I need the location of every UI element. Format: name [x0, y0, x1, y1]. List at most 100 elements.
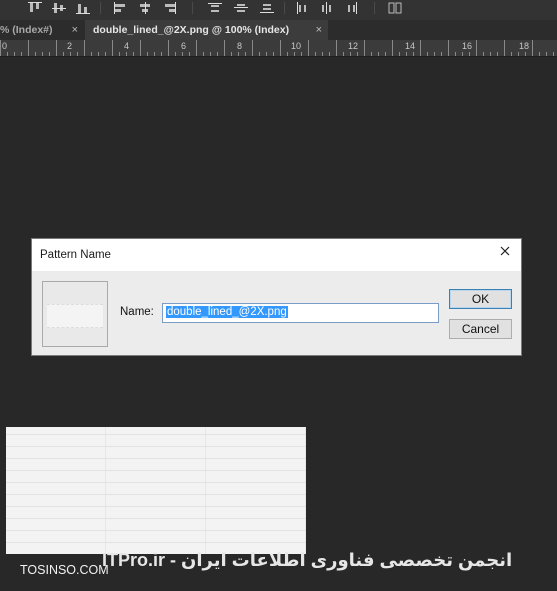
ruler-tick — [49, 52, 50, 56]
ruler-tick — [287, 52, 288, 56]
align-bottom-edges-icon[interactable] — [76, 2, 90, 14]
ruler-tick — [518, 52, 519, 56]
ruler-tick — [112, 40, 113, 56]
ruler-tick — [483, 52, 484, 56]
options-toolbar — [0, 0, 557, 20]
distribute-vertical-centers-icon[interactable] — [234, 2, 248, 14]
ruler-tick — [245, 52, 246, 56]
close-icon[interactable] — [497, 243, 513, 259]
ruler-tick — [126, 52, 127, 56]
align-right-edges-icon[interactable] — [162, 2, 176, 14]
ruler-tick — [511, 52, 512, 56]
ruler-label: 0 — [2, 41, 8, 51]
ruler-tick — [161, 52, 162, 56]
distribute-bottom-icon[interactable] — [260, 2, 274, 14]
ruler-label: 16 — [462, 41, 473, 51]
ruler-tick — [28, 40, 29, 56]
ruler-tick — [77, 52, 78, 56]
ruler-tick — [7, 52, 8, 56]
ruler-tick — [322, 52, 323, 56]
cancel-button[interactable]: Cancel — [449, 319, 512, 339]
ruler-tick — [448, 40, 449, 56]
pattern-preview-image — [47, 304, 103, 328]
ruler-tick — [504, 40, 505, 56]
pattern-preview-thumbnail — [42, 281, 108, 347]
ruler-tick — [105, 52, 106, 56]
ruler-tick — [301, 52, 302, 56]
ruler-tick — [357, 52, 358, 56]
ruler-tick — [308, 40, 309, 56]
ruler-tick — [203, 52, 204, 56]
ruler-tick — [539, 52, 540, 56]
distribute-left-icon[interactable] — [296, 2, 310, 14]
toolbar-separator — [374, 2, 375, 14]
distribute-horizontal-centers-icon[interactable] — [320, 2, 334, 14]
ruler-label: 14 — [405, 41, 416, 51]
ruler-tick — [154, 52, 155, 56]
tab-double-lined-document[interactable]: double_lined_@2X.png @ 100% (Index) × — [85, 20, 328, 40]
ruler-tick — [455, 52, 456, 56]
ruler-tick — [490, 52, 491, 56]
close-icon[interactable]: × — [72, 24, 78, 36]
ruler-label: 8 — [237, 41, 243, 51]
auto-align-icon[interactable] — [388, 2, 402, 14]
ruler-tick — [392, 40, 393, 56]
ruler-tick — [371, 52, 372, 56]
ruler-tick — [210, 52, 211, 56]
watermark-left: TOSINSO.COM — [20, 563, 109, 577]
ruler-tick — [553, 52, 554, 56]
ruler-tick — [364, 40, 365, 56]
ruler-tick — [441, 52, 442, 56]
ruler-tick — [0, 40, 1, 56]
tab-index-document[interactable]: % (Index#) × — [0, 20, 84, 40]
ruler-tick — [175, 52, 176, 56]
ruler-tick — [532, 40, 533, 56]
ruler-tick — [98, 52, 99, 56]
ruler-tick — [56, 40, 57, 56]
toolbar-separator — [100, 2, 101, 14]
ruler-tick — [266, 52, 267, 56]
distribute-right-icon[interactable] — [344, 2, 358, 14]
align-left-edges-icon[interactable] — [114, 2, 128, 14]
ruler-tick — [231, 52, 232, 56]
ruler-tick — [385, 52, 386, 56]
ruler-tick — [196, 40, 197, 56]
name-label: Name: — [120, 306, 154, 318]
distribute-top-icon[interactable] — [208, 2, 222, 14]
horizontal-ruler[interactable]: 0 2 4 6 8 10 12 14 16 18 — [0, 40, 557, 57]
ruler-tick — [315, 52, 316, 56]
ok-button[interactable]: OK — [449, 289, 512, 309]
ruler-tick — [343, 52, 344, 56]
align-horizontal-centers-icon[interactable] — [138, 2, 152, 14]
selected-text: double_lined_@2X.png — [166, 306, 288, 318]
toolbar-separator — [192, 2, 193, 14]
ruler-tick — [70, 52, 71, 56]
ruler-tick — [259, 52, 260, 56]
ruler-tick — [35, 52, 36, 56]
ruler-tick — [91, 52, 92, 56]
pattern-name-input[interactable]: double_lined_@2X.png — [162, 303, 439, 323]
ruler-tick — [525, 52, 526, 56]
ruler-label: 6 — [181, 41, 187, 51]
close-icon[interactable]: × — [316, 24, 322, 36]
ruler-tick — [238, 52, 239, 56]
align-top-edges-icon[interactable] — [28, 2, 42, 14]
ruler-tick — [294, 52, 295, 56]
watermark-right: ITPro.ir - انجمن تخصصی فناوری اطلاعات ای… — [102, 550, 513, 570]
ruler-tick — [84, 40, 85, 56]
ruler-tick — [21, 52, 22, 56]
ruler-label: 2 — [67, 41, 73, 51]
ruler-label: 4 — [124, 41, 130, 51]
align-vertical-centers-icon[interactable] — [52, 2, 66, 14]
ruler-tick — [189, 52, 190, 56]
ruler-tick — [469, 52, 470, 56]
dialog-title-bar[interactable]: Pattern Name — [32, 239, 521, 271]
tab-label: double_lined_@2X.png @ 100% (Index) — [93, 24, 290, 36]
ruler-tick — [546, 52, 547, 56]
ruler-tick — [133, 52, 134, 56]
ruler-tick — [378, 52, 379, 56]
ruler-tick — [42, 52, 43, 56]
document-canvas-image[interactable] — [6, 427, 306, 554]
ruler-tick — [168, 40, 169, 56]
ruler-label: 12 — [348, 41, 359, 51]
